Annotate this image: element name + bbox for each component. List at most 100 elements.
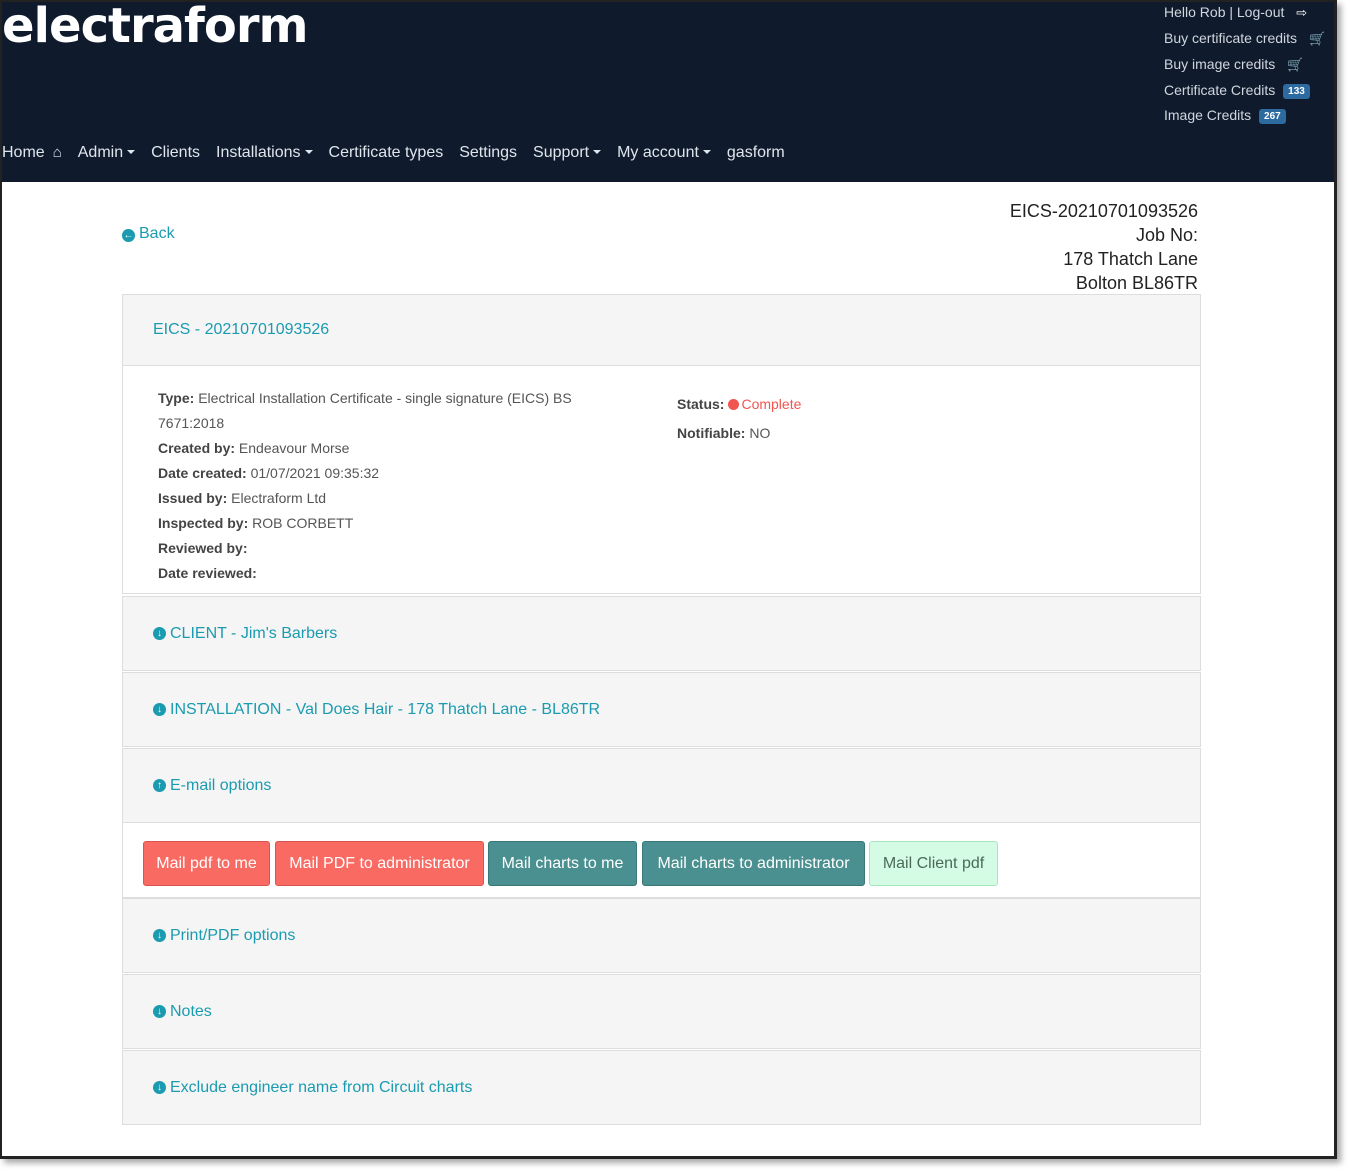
menu-settings[interactable]: Settings	[459, 144, 517, 162]
notes-label[interactable]: Notes	[170, 1003, 212, 1021]
menu-clients[interactable]: Clients	[151, 144, 200, 162]
notifiable-value: NO	[749, 425, 771, 441]
menu-my-account-label[interactable]: My account	[617, 144, 699, 161]
type-label: Type:	[158, 390, 195, 406]
job-number: Job No:	[1135, 225, 1198, 245]
installation-section: ↓ INSTALLATION - Val Does Hair - 178 That…	[122, 672, 1201, 747]
buy-certificate-credits-link[interactable]: Buy certificate credits 🛒	[1164, 30, 1325, 47]
mail-client-pdf-button[interactable]: Mail Client pdf	[869, 841, 998, 886]
menu-home-label[interactable]: Home	[2, 144, 45, 161]
installation-section-label[interactable]: INSTALLATION - Val Does Hair - 178 Thatc…	[170, 701, 600, 719]
inspected-by-value: ROB CORBETT	[252, 515, 354, 531]
notifiable-label: Notifiable:	[677, 425, 746, 441]
notes-toggle[interactable]: ↓ Notes	[123, 975, 1200, 1048]
date-created-value: 01/07/2021 09:35:32	[250, 465, 380, 481]
arrow-down-circle-icon[interactable]: ↓	[153, 703, 166, 716]
menu-support[interactable]: Support	[533, 144, 602, 162]
date-created-row: Date created: 01/07/2021 09:35:32	[158, 461, 608, 486]
mail-charts-to-me-button[interactable]: Mail charts to me	[488, 841, 637, 886]
print-pdf-toggle[interactable]: ↓ Print/PDF options	[123, 899, 1200, 972]
status-label: Status:	[677, 396, 725, 412]
mail-charts-to-administrator-button[interactable]: Mail charts to administrator	[642, 841, 865, 886]
installation-section-toggle[interactable]: ↓ INSTALLATION - Val Does Hair - 178 That…	[123, 673, 1200, 746]
reviewed-by-row: Reviewed by:	[158, 536, 608, 561]
issued-by-row: Issued by: Electraform Ltd	[158, 486, 608, 511]
back-link[interactable]: ← Back	[122, 225, 175, 243]
chevron-down-icon	[127, 150, 136, 154]
print-pdf-label[interactable]: Print/PDF options	[170, 927, 295, 945]
certificate-details: Type: Electrical Installation Certificat…	[158, 386, 608, 586]
cert-credits-badge: 133	[1283, 84, 1310, 99]
arrow-down-circle-icon[interactable]: ↓	[153, 1081, 166, 1094]
status-value: Complete	[741, 396, 802, 412]
menu-admin-label[interactable]: Admin	[78, 144, 123, 161]
mail-pdf-to-me-button[interactable]: Mail pdf to me	[143, 841, 270, 886]
created-by-label: Created by:	[158, 440, 236, 456]
menu-my-account[interactable]: My account	[617, 144, 711, 162]
image-credits: Image Credits 267	[1164, 107, 1286, 124]
cart-icon: 🛒	[1308, 31, 1326, 46]
certificate-header: EICS-20210701093526 Job No: 178 Thatch L…	[1010, 199, 1198, 295]
certificate-reference: EICS-20210701093526	[1009, 201, 1198, 221]
reviewed-by-label: Reviewed by:	[158, 540, 248, 556]
buy-cert-text[interactable]: Buy certificate credits	[1164, 30, 1297, 46]
arrow-left-circle-icon[interactable]: ←	[122, 229, 135, 242]
cart-icon: 🛒	[1287, 57, 1304, 72]
certificate-card: EICS - 20210701093526 Type: Electrical I…	[122, 294, 1201, 594]
exclude-engineer-toggle[interactable]: ↓ Exclude engineer name from Circuit char…	[123, 1051, 1200, 1124]
menu-home[interactable]: Home ⌂	[2, 144, 62, 162]
home-icon[interactable]: ⌂	[53, 144, 62, 161]
arrow-down-circle-icon[interactable]: ↓	[153, 627, 166, 640]
exclude-engineer-label[interactable]: Exclude engineer name from Circuit chart…	[170, 1079, 472, 1097]
certificate-title[interactable]: EICS - 20210701093526	[123, 295, 1200, 366]
menu-certificate-types[interactable]: Certificate types	[329, 144, 444, 162]
date-created-label: Date created:	[158, 465, 247, 481]
client-section-label[interactable]: CLIENT - Jim's Barbers	[170, 625, 337, 643]
notifiable-row: Notifiable: NO	[677, 419, 801, 448]
created-by-row: Created by: Endeavour Morse	[158, 436, 608, 461]
inspected-by-label: Inspected by:	[158, 515, 249, 531]
user-logout-link[interactable]: Hello Rob | Log-out ⇨	[1164, 4, 1307, 21]
type-row-cont: 7671:2018	[158, 415, 225, 431]
status-row: Status: Complete	[677, 390, 801, 419]
chevron-down-icon	[593, 150, 602, 154]
email-options-label[interactable]: E-mail options	[170, 777, 271, 795]
inspected-by-row: Inspected by: ROB CORBETT	[158, 511, 608, 536]
mail-pdf-to-administrator-button[interactable]: Mail PDF to administrator	[275, 841, 484, 886]
date-reviewed-row: Date reviewed:	[158, 561, 608, 586]
menu-installations[interactable]: Installations	[216, 144, 313, 162]
address-line-1: 178 Thatch Lane	[1063, 249, 1198, 269]
date-reviewed-label: Date reviewed:	[158, 565, 257, 581]
navbar: electraform Hello Rob | Log-out ⇨ Buy ce…	[2, 2, 1334, 182]
menu-admin[interactable]: Admin	[78, 144, 136, 162]
notes-section: ↓ Notes	[122, 974, 1201, 1049]
image-credits-label: Image Credits	[1164, 107, 1252, 123]
menu-installations-label[interactable]: Installations	[216, 144, 301, 161]
email-options-toggle[interactable]: ↑ E-mail options	[123, 749, 1200, 823]
exclude-engineer-section: ↓ Exclude engineer name from Circuit char…	[122, 1050, 1201, 1125]
user-links-text[interactable]: Hello Rob | Log-out	[1164, 4, 1284, 20]
arrow-down-circle-icon[interactable]: ↓	[153, 1005, 166, 1018]
chevron-down-icon	[702, 150, 711, 154]
menu-gasform[interactable]: gasform	[727, 144, 785, 162]
client-section-toggle[interactable]: ↓ CLIENT - Jim's Barbers	[123, 597, 1200, 670]
menu-support-label[interactable]: Support	[533, 144, 589, 161]
image-credits-badge: 267	[1259, 109, 1286, 124]
buy-image-credits-link[interactable]: Buy image credits 🛒	[1164, 56, 1303, 73]
status-details: Status: Complete Notifiable: NO	[677, 390, 801, 448]
buy-image-text[interactable]: Buy image credits	[1164, 56, 1275, 72]
created-by-value: Endeavour Morse	[238, 440, 350, 456]
main-menu: Home ⌂ Admin Clients Installations Certif…	[2, 144, 801, 162]
issued-by-label: Issued by:	[158, 490, 228, 506]
status-dot-icon	[728, 399, 740, 410]
browser-frame: electraform Hello Rob | Log-out ⇨ Buy ce…	[0, 0, 1337, 1159]
arrow-down-circle-icon[interactable]: ↓	[153, 929, 166, 942]
back-label[interactable]: Back	[139, 225, 175, 242]
chevron-down-icon	[304, 150, 313, 154]
certificate-credits: Certificate Credits 133	[1164, 82, 1310, 99]
arrow-up-circle-icon[interactable]: ↑	[153, 779, 166, 792]
logout-icon[interactable]: ⇨	[1296, 5, 1307, 21]
type-value: Electrical Installation Certificate - si…	[198, 390, 572, 406]
print-pdf-section: ↓ Print/PDF options	[122, 898, 1201, 973]
logo[interactable]: electraform	[2, 2, 309, 54]
